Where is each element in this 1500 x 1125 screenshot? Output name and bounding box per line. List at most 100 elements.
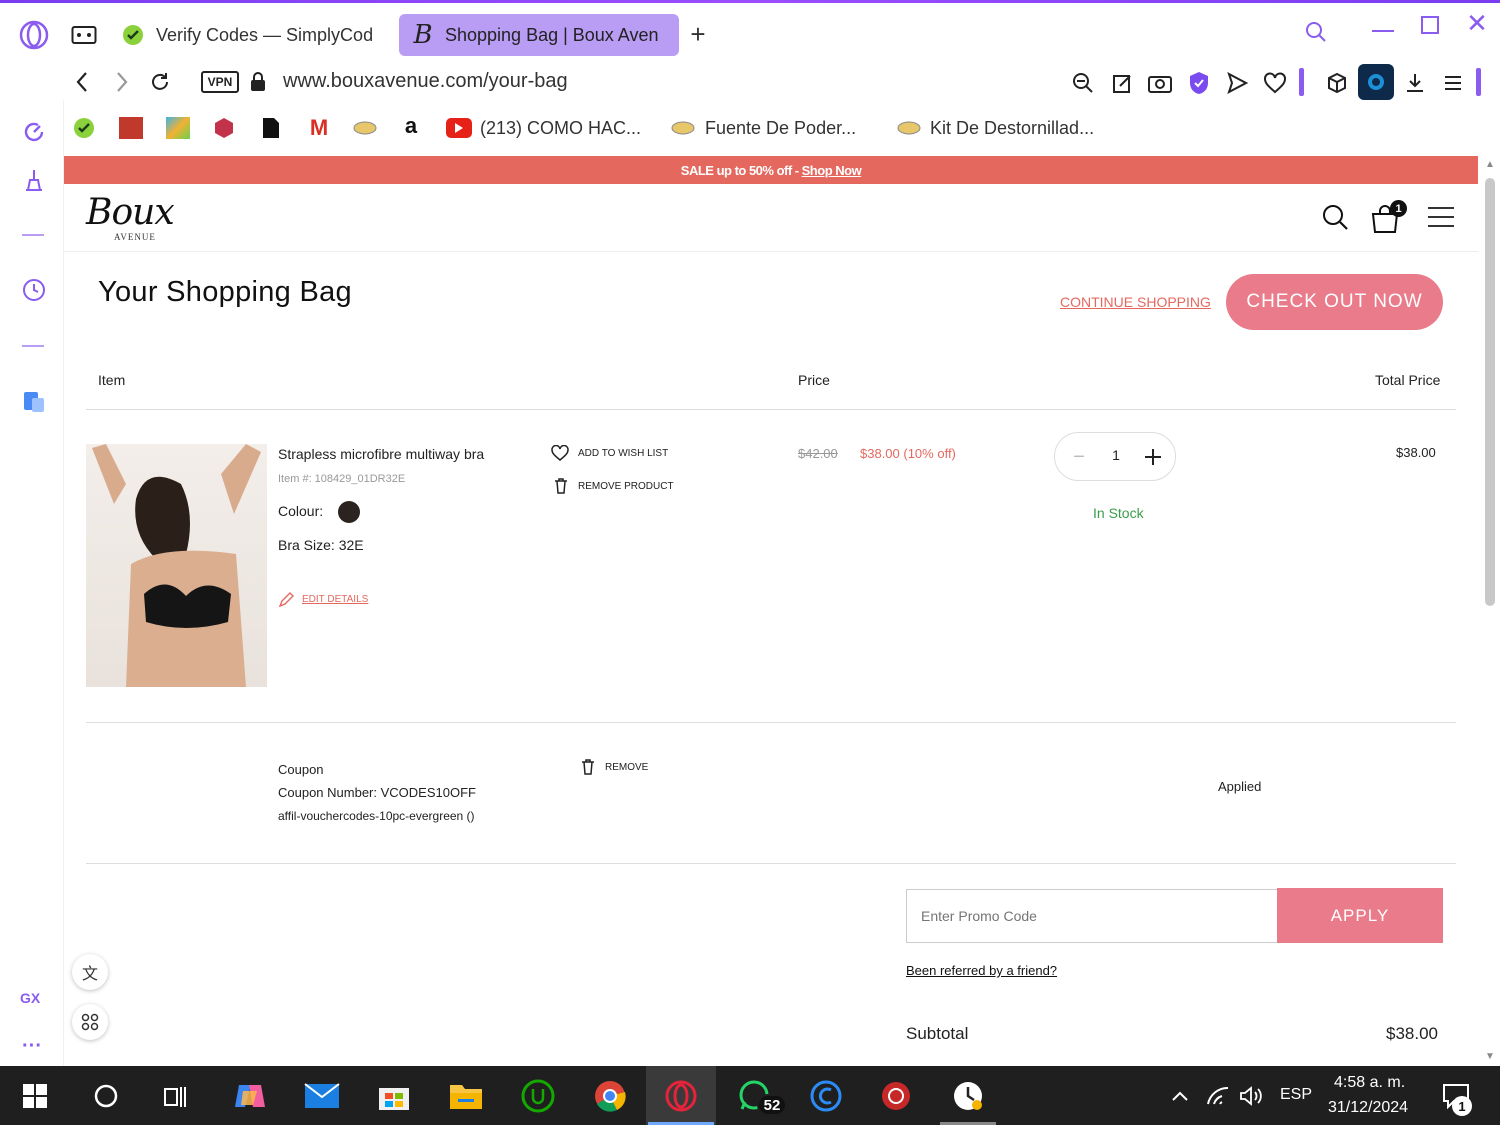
input-language[interactable]: ESP: [1280, 1086, 1312, 1104]
windows-start-icon[interactable]: [15, 1076, 55, 1116]
product-name[interactable]: Strapless microfibre multiway bra: [278, 446, 484, 462]
store-icon[interactable]: [374, 1076, 414, 1116]
opera-logo-icon[interactable]: [16, 17, 52, 53]
wifi-icon[interactable]: [1200, 1076, 1236, 1116]
column-price: Price: [798, 372, 830, 388]
remove-product-link[interactable]: REMOVE PRODUCT: [578, 481, 674, 492]
checkout-now-button[interactable]: CHECK OUT NOW: [1226, 274, 1443, 330]
bookmark-fuente[interactable]: Fuente De Poder...: [705, 118, 856, 139]
task-view-icon[interactable]: [156, 1076, 196, 1116]
youtube-icon[interactable]: [446, 118, 472, 138]
copilot-icon[interactable]: [230, 1076, 270, 1116]
edit-details-link[interactable]: EDIT DETAILS: [302, 594, 368, 605]
decrease-qty-icon[interactable]: −: [1067, 445, 1091, 469]
address-bar[interactable]: www.bouxavenue.com/your-bag: [283, 70, 568, 93]
bookmark-red-icon[interactable]: [119, 117, 143, 139]
bookmark-tool-icon[interactable]: [896, 118, 922, 138]
more-options-icon[interactable]: ···: [18, 1034, 46, 1058]
remove-coupon-link[interactable]: REMOVE: [605, 762, 648, 773]
trash-icon: [553, 477, 569, 495]
column-total: Total Price: [1375, 372, 1441, 388]
scroll-up-icon[interactable]: ▲: [1484, 158, 1496, 170]
camera-icon[interactable]: [1147, 70, 1173, 96]
continue-shopping-link[interactable]: CONTINUE SHOPPING: [1060, 294, 1211, 310]
tray-chevron-icon[interactable]: [1160, 1076, 1200, 1116]
upwork-icon[interactable]: [518, 1076, 558, 1116]
vpn-badge[interactable]: VPN: [201, 71, 239, 93]
page-scrollbar[interactable]: ▲ ▼: [1480, 156, 1500, 1066]
restore-icon[interactable]: [1421, 16, 1439, 34]
tab-verify-codes[interactable]: Verify Codes — SimplyCod: [112, 14, 384, 56]
cleaner-icon[interactable]: [20, 166, 48, 194]
extension-avatar-icon[interactable]: [1358, 64, 1394, 100]
back-icon[interactable]: [70, 68, 94, 96]
c-app-icon[interactable]: [806, 1076, 846, 1116]
history-clock-icon[interactable]: [20, 276, 48, 304]
quantity-stepper[interactable]: − 1: [1054, 432, 1176, 481]
minimize-icon[interactable]: [1372, 30, 1394, 32]
search-circle-icon[interactable]: [86, 1076, 126, 1116]
bookmark-colorful-icon[interactable]: [166, 117, 190, 139]
bookmark-youtube[interactable]: (213) COMO HAC...: [480, 118, 641, 139]
bookmark-tool-icon[interactable]: [352, 116, 378, 140]
bookmark-kit[interactable]: Kit De Destornillad...: [930, 118, 1094, 139]
gmail-icon[interactable]: M: [306, 115, 332, 140]
tab-search-icon[interactable]: [1300, 16, 1332, 48]
lock-icon[interactable]: [248, 70, 268, 94]
clock-app-icon[interactable]: [948, 1076, 988, 1116]
amazon-icon[interactable]: a: [400, 112, 422, 140]
mail-icon[interactable]: [302, 1076, 342, 1116]
forward-icon[interactable]: [110, 68, 134, 96]
extensions-cube-icon[interactable]: [1324, 70, 1350, 96]
referred-friend-link[interactable]: Been referred by a friend?: [906, 963, 1057, 978]
new-tab-plus-icon[interactable]: +: [684, 19, 712, 49]
simplycodes-bookmark-icon[interactable]: [72, 116, 96, 140]
coupon-detail: affil-vouchercodes-10pc-evergreen (): [278, 809, 475, 823]
file-explorer-icon[interactable]: [446, 1076, 486, 1116]
increase-qty-icon[interactable]: [1139, 443, 1167, 471]
heart-icon[interactable]: [1262, 70, 1288, 96]
tab-island-icon[interactable]: [68, 20, 100, 50]
scroll-thumb[interactable]: [1485, 178, 1495, 606]
send-icon[interactable]: [1224, 70, 1250, 96]
toolbar-divider: [1299, 68, 1304, 96]
search-icon[interactable]: [1320, 202, 1350, 232]
opera-gx-icon[interactable]: [661, 1076, 701, 1116]
coupon-status: Applied: [1218, 779, 1262, 794]
apps-float-icon[interactable]: [72, 1004, 108, 1040]
add-to-wishlist-link[interactable]: ADD TO WISH LIST: [578, 448, 668, 459]
shop-now-link[interactable]: Shop Now: [802, 163, 862, 178]
translate-app-icon[interactable]: [20, 388, 48, 416]
clock-date[interactable]: 31/12/2024: [1328, 1099, 1408, 1117]
simplycodes-favicon-icon: [120, 22, 146, 48]
promo-code-input[interactable]: [906, 889, 1278, 943]
easy-setup-icon[interactable]: [1440, 70, 1466, 96]
bookmark-document-icon[interactable]: [260, 116, 282, 140]
gx-label[interactable]: GX: [20, 990, 40, 1006]
boux-avenue-logo[interactable]: Boux AVENUE: [86, 192, 186, 244]
close-window-icon[interactable]: ✕: [1464, 8, 1490, 38]
aria-icon[interactable]: [20, 118, 48, 146]
shield-check-icon[interactable]: [1186, 70, 1212, 96]
security-app-icon[interactable]: [876, 1076, 916, 1116]
clock-time[interactable]: 4:58 a. m.: [1334, 1074, 1405, 1092]
subtotal-label: Subtotal: [906, 1024, 969, 1043]
chrome-icon[interactable]: [590, 1076, 630, 1116]
subtotal-value: $38.00: [1386, 1024, 1438, 1043]
original-price: $42.00: [798, 446, 838, 461]
quantity-value[interactable]: 1: [1105, 447, 1127, 467]
scroll-down-icon[interactable]: ▼: [1484, 1050, 1496, 1062]
download-icon[interactable]: [1402, 70, 1428, 96]
edit-page-icon[interactable]: [1110, 70, 1136, 96]
tab-shopping-bag[interactable]: B Shopping Bag | Boux Aven: [399, 14, 679, 56]
hamburger-menu-icon[interactable]: [1426, 204, 1456, 230]
product-image[interactable]: [86, 444, 267, 687]
volume-icon[interactable]: [1234, 1076, 1268, 1116]
bookmark-cube-icon[interactable]: [212, 116, 236, 140]
bookmark-tool-icon[interactable]: [670, 118, 696, 138]
shopping-bag-button[interactable]: 1: [1370, 200, 1410, 234]
zoom-icon[interactable]: [1070, 70, 1096, 96]
apply-promo-button[interactable]: APPLY: [1277, 888, 1443, 943]
reload-icon[interactable]: [146, 68, 174, 96]
translate-float-icon[interactable]: 文: [72, 954, 108, 990]
